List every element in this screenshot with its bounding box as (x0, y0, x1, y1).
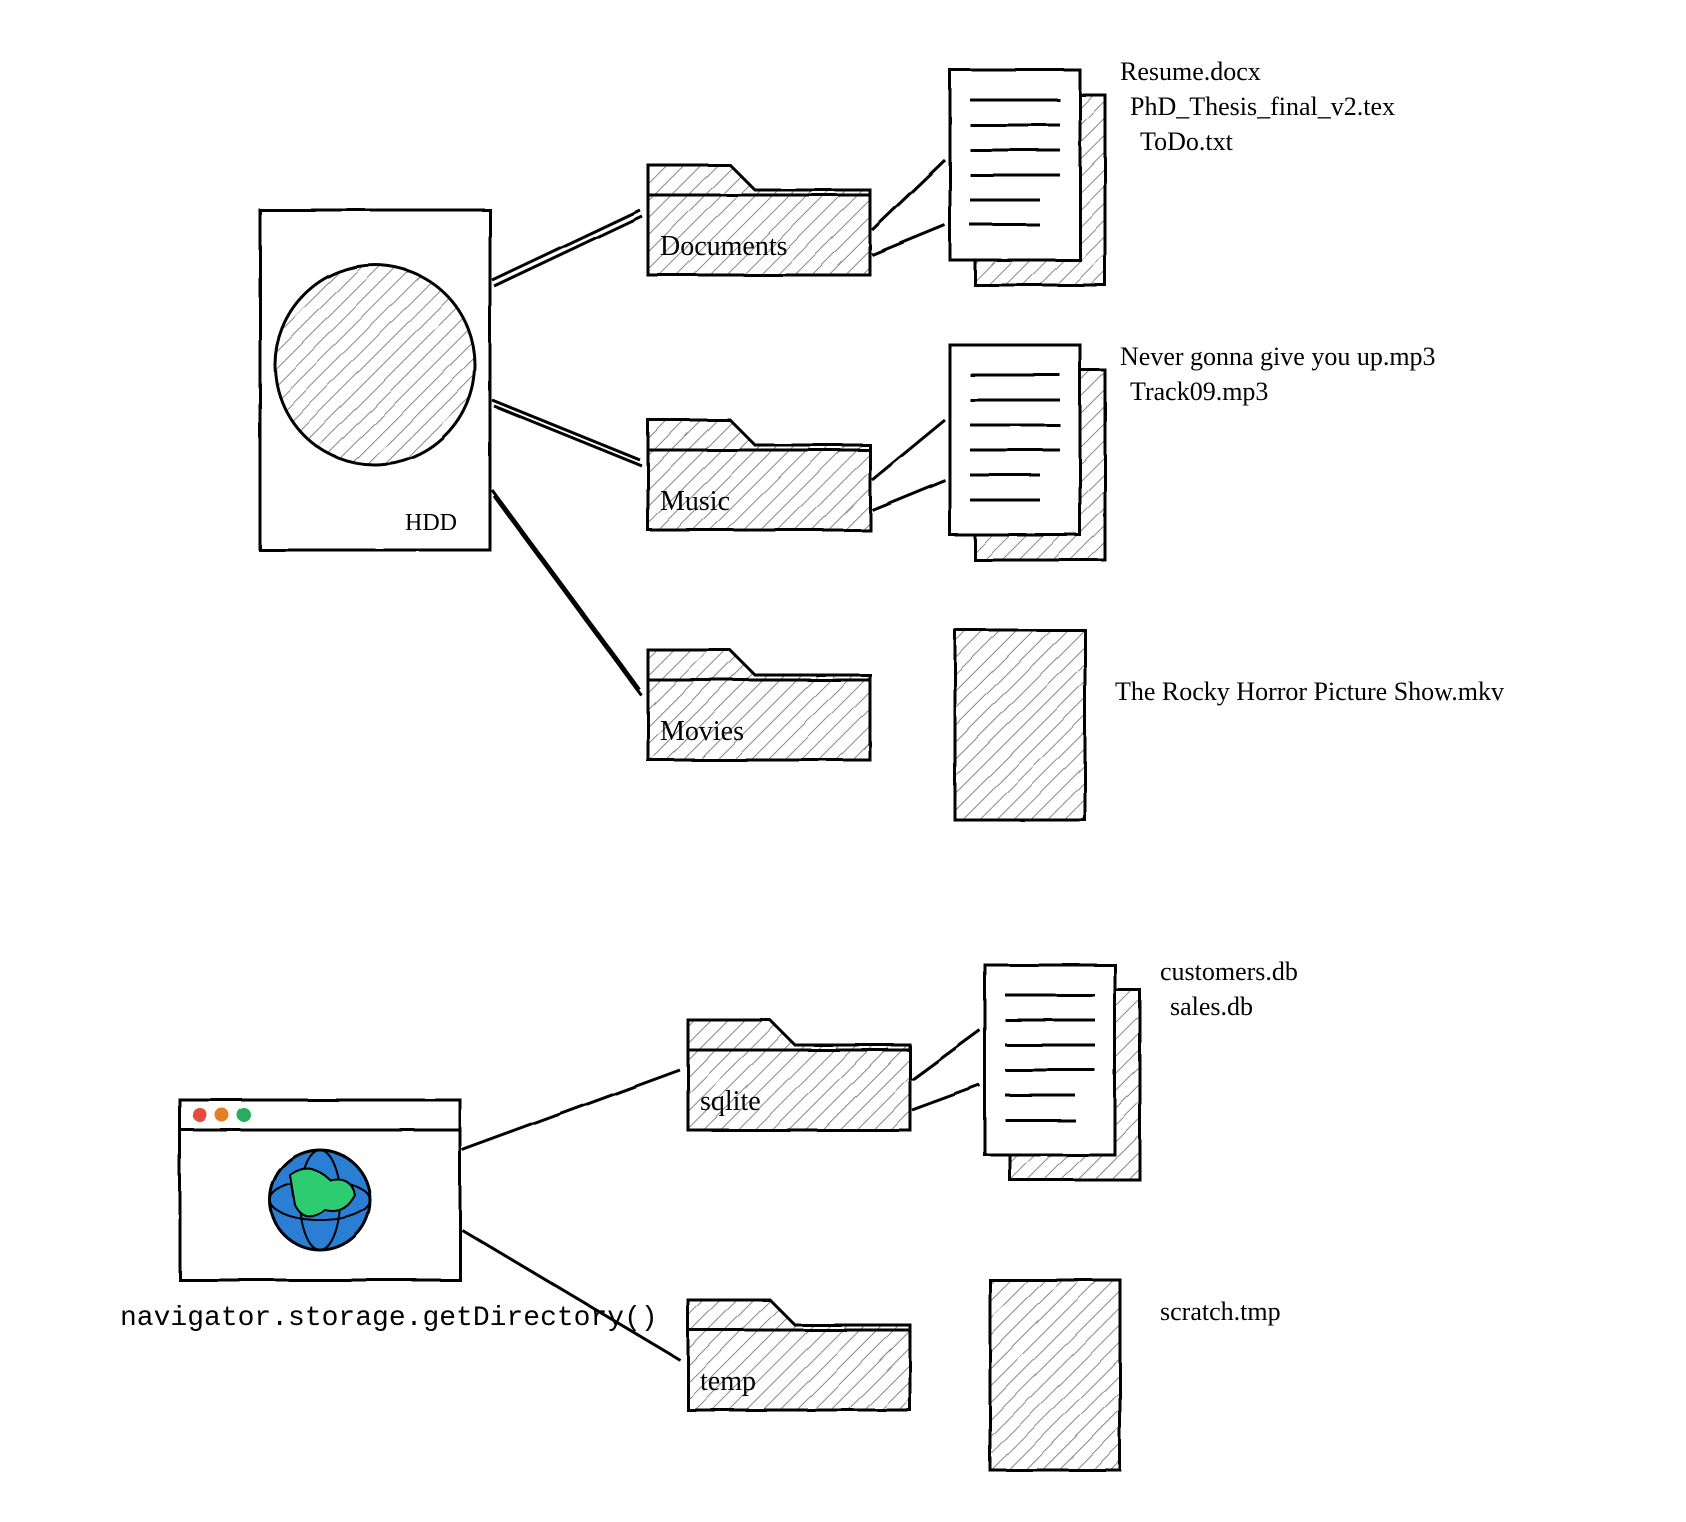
folder-movies-label: Movies (660, 716, 744, 747)
sqlite-file-1: sales.db (1170, 992, 1253, 1021)
movies-file-0: The Rocky Horror Picture Show.mkv (1115, 677, 1504, 706)
music-file-connector (872, 420, 945, 510)
movies-file (955, 630, 1085, 820)
music-file-1: Track09.mp3 (1130, 377, 1268, 406)
documents-file-connector (872, 160, 945, 255)
folder-sqlite-label: sqlite (700, 1086, 761, 1117)
documents-file-stack (950, 70, 1105, 285)
temp-file (990, 1280, 1120, 1470)
documents-file-0: Resume.docx (1120, 57, 1261, 86)
music-file-stack (950, 345, 1105, 560)
browser-window-icon (180, 1100, 460, 1280)
folder-temp-label: temp (700, 1366, 756, 1397)
temp-file-0: scratch.tmp (1160, 1297, 1281, 1326)
folder-documents-label: Documents (660, 231, 788, 262)
browser-api-label: navigator.storage.getDirectory() (120, 1303, 658, 1334)
sqlite-file-0: customers.db (1160, 957, 1298, 986)
hdd-label: HDD (405, 510, 457, 536)
music-file-0: Never gonna give you up.mp3 (1120, 342, 1436, 371)
sqlite-file-connector (912, 1030, 980, 1110)
folder-music-label: Music (660, 486, 730, 517)
documents-file-1: PhD_Thesis_final_v2.tex (1130, 92, 1395, 121)
sqlite-file-stack (985, 965, 1140, 1180)
hdd-connectors (492, 210, 642, 696)
hdd-icon (260, 210, 490, 550)
documents-file-2: ToDo.txt (1140, 127, 1234, 156)
